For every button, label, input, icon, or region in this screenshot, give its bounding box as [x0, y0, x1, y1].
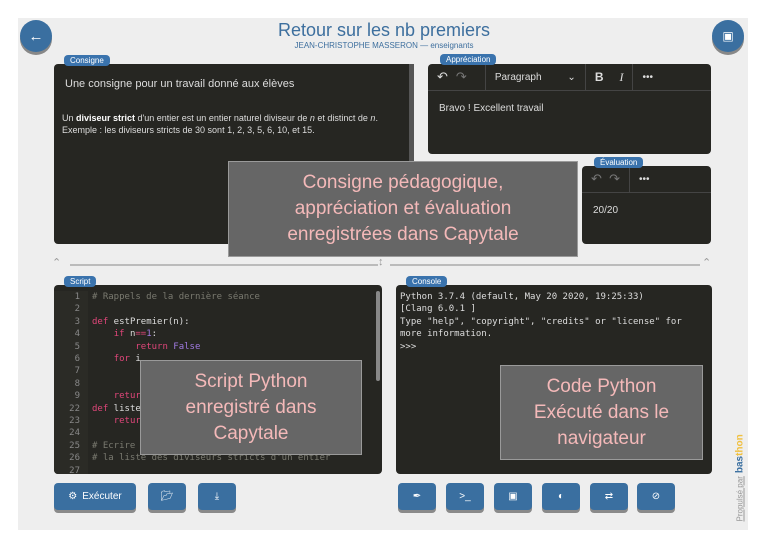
undo-icon[interactable]: ↶ ↷: [428, 64, 486, 90]
image-icon: ▣: [508, 491, 518, 502]
appreciation-tag: Appréciation: [440, 54, 497, 65]
resize-handle-icon[interactable]: ↕: [378, 256, 384, 268]
console-line: Type "help", "copyright", "credits" or "…: [400, 316, 682, 327]
line-number: 3: [74, 316, 80, 327]
line-number: 8: [74, 378, 80, 389]
clear-console-button[interactable]: ✒: [398, 483, 436, 510]
evaluation-text[interactable]: 20/20: [582, 193, 711, 228]
page-subtitle: JEAN-CHRISTOPHE MASSERON — enseignants: [294, 41, 474, 50]
italic-button: I: [619, 69, 624, 84]
scrollbar[interactable]: [376, 291, 380, 381]
chevron-down-icon: ⌄: [567, 71, 576, 83]
page-title: Retour sur les nb premiers: [277, 20, 491, 40]
basthon-logo: basthon: [734, 434, 746, 474]
console-line: more information.: [400, 329, 493, 340]
line-number: 5: [74, 341, 80, 352]
line-number: 7: [74, 366, 80, 377]
line-number: 1: [74, 292, 80, 302]
eye-slash-icon: ⊘: [651, 491, 661, 502]
console-line: [Clang 6.0.1 ]: [400, 304, 476, 315]
download-button[interactable]: ⤓: [198, 483, 236, 510]
bold-button[interactable]: BI: [586, 64, 634, 90]
editor-toolbar: ↶ ↷ Paragraph ⌄ BI •••: [428, 64, 711, 91]
evaluation-tag: Évaluation: [594, 157, 644, 168]
annotation-script: Script Python enregistré dans Capytale: [140, 360, 362, 455]
line-number: 6: [74, 354, 80, 365]
line-number: 22: [69, 403, 80, 414]
undo-icon[interactable]: ↶ ↷: [582, 166, 631, 192]
divider: [70, 264, 378, 266]
line-number: 4: [74, 329, 80, 340]
console-line: Python 3.7.4 (default, May 20 2020, 19:2…: [400, 292, 644, 302]
line-numbers: 1 2 3 4 5 6 7 8 9 22 23 24 25 26 27: [54, 291, 88, 474]
line-number: 27: [69, 465, 80, 474]
more-button[interactable]: •••: [633, 64, 662, 90]
line-number: 25: [69, 440, 80, 451]
line-number: 26: [69, 453, 80, 464]
console-line: >>>: [400, 341, 417, 352]
consigne-example: Exemple : les diviseurs stricts de 30 so…: [62, 125, 315, 135]
consigne-text: Un diviseur strict d'un entier est un en…: [62, 113, 378, 123]
collapse-up-icon[interactable]: ⌃: [702, 256, 711, 269]
annotation-top: Consigne pédagogique, appréciation et év…: [228, 161, 578, 257]
line-number: 23: [69, 416, 80, 427]
console-tag: Console: [406, 276, 448, 287]
appreciation-editor[interactable]: ↶ ↷ Paragraph ⌄ BI ••• Bravo ! Excellent …: [428, 64, 711, 154]
folder-open-icon: 📂︎: [160, 491, 174, 502]
consigne-heading: Une consigne pour un travail donné aux é…: [65, 78, 295, 90]
format-select[interactable]: Paragraph ⌄: [486, 64, 586, 90]
powered-by[interactable]: Propulsé par basthon: [734, 422, 746, 521]
theme-button[interactable]: ◐: [542, 483, 580, 510]
divider: [390, 264, 700, 266]
consigne-tag: Consigne: [64, 55, 110, 66]
evaluation-editor[interactable]: ↶ ↷ ••• 20/20: [582, 166, 711, 244]
run-button[interactable]: ⚙ Exécuter: [54, 483, 136, 510]
swap-icon: ⇄: [604, 491, 614, 502]
appreciation-text[interactable]: Bravo ! Excellent travail: [428, 91, 711, 126]
brush-icon: ✒: [412, 491, 422, 502]
annotation-console: Code Python Exécuté dans le navigateur: [500, 365, 703, 460]
line-number: 24: [69, 428, 80, 439]
collapse-up-icon[interactable]: ⌃: [52, 256, 61, 269]
contrast-icon: ◐: [557, 491, 565, 502]
gears-icon: ⚙: [68, 491, 78, 502]
image-button[interactable]: ▣: [494, 483, 532, 510]
terminal-button[interactable]: >_: [446, 483, 484, 510]
hide-button[interactable]: ⊘: [637, 483, 675, 510]
script-tag: Script: [64, 276, 97, 287]
open-file-button[interactable]: 📂︎: [148, 483, 186, 510]
swap-layout-button[interactable]: ⇄: [590, 483, 628, 510]
download-icon: ⤓: [214, 491, 220, 502]
editor-toolbar: ↶ ↷ •••: [582, 166, 711, 193]
console-output: Python 3.7.4 (default, May 20 2020, 19:2…: [400, 291, 708, 353]
line-number: 9: [74, 391, 80, 402]
more-button[interactable]: •••: [630, 166, 659, 192]
redo-icon[interactable]: ↷: [448, 64, 476, 90]
terminal-icon: >_: [459, 491, 471, 502]
line-number: 2: [74, 304, 80, 315]
